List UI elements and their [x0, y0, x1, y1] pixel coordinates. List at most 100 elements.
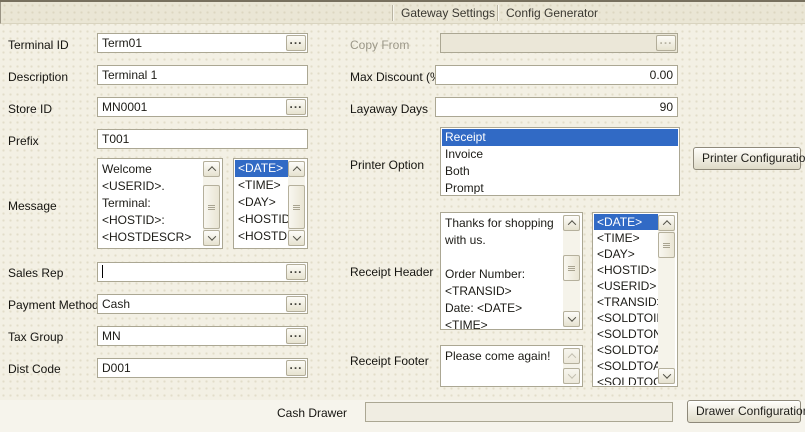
printer-option-listbox[interactable]: Receipt Invoice Both Prompt: [440, 127, 680, 196]
scroll-thumb[interactable]: [203, 185, 220, 229]
dist-code-browse-button[interactable]: ...: [286, 360, 306, 376]
scroll-down-button[interactable]: [563, 311, 580, 327]
scroll-down-button: [563, 368, 580, 384]
drawer-configuration-button[interactable]: Drawer Configuration: [687, 400, 801, 423]
tax-group-field[interactable]: MN ...: [97, 326, 308, 346]
payment-method-field[interactable]: Cash ...: [97, 294, 308, 314]
list-item[interactable]: <USERID>: [594, 278, 658, 294]
list-item[interactable]: <TIME>: [594, 230, 658, 246]
dist-code-label: Dist Code: [8, 362, 61, 376]
prefix-field[interactable]: T001: [97, 129, 308, 149]
store-id-label: Store ID: [8, 102, 52, 116]
list-item[interactable]: <DAY>: [235, 194, 288, 211]
list-item[interactable]: Invoice: [442, 146, 678, 163]
list-item[interactable]: <HOSTID>: [594, 262, 658, 278]
copy-from-browse-button: ...: [656, 35, 676, 51]
list-item[interactable]: <HOSTID>: [235, 211, 288, 228]
store-id-browse-button[interactable]: ...: [286, 99, 306, 115]
description-label: Description: [8, 70, 68, 84]
list-item[interactable]: <HOSTDESCR>: [235, 228, 288, 245]
max-discount-field[interactable]: 0.00: [435, 65, 678, 85]
max-discount-label: Max Discount (%): [350, 70, 445, 84]
scroll-up-button[interactable]: [563, 215, 580, 231]
dist-code-field[interactable]: D001 ...: [97, 358, 308, 378]
toolbar-separator: [497, 5, 498, 21]
scroll-down-button[interactable]: [288, 230, 305, 246]
layaway-days-field[interactable]: 90: [435, 97, 678, 117]
list-item[interactable]: <TIME>: [235, 177, 288, 194]
store-id-field[interactable]: MN0001 ...: [97, 97, 308, 117]
scroll-down-button[interactable]: [203, 230, 220, 246]
message-token-listbox[interactable]: <DATE> <TIME> <DAY> <HOSTID> <HOSTDESCR>…: [233, 158, 308, 249]
description-value: Terminal 1: [102, 68, 157, 82]
payment-method-label: Payment Method: [8, 298, 99, 312]
sales-rep-label: Sales Rep: [8, 266, 63, 280]
sales-rep-browse-button[interactable]: ...: [286, 264, 306, 280]
scroll-up-button: [563, 348, 580, 364]
terminal-id-value: Term01: [102, 36, 142, 50]
list-item[interactable]: <SOLDTOCITY>: [594, 374, 658, 385]
message-token-scrollbar[interactable]: [288, 161, 305, 246]
scroll-thumb[interactable]: [288, 185, 305, 229]
list-item[interactable]: Receipt: [442, 129, 678, 146]
payment-method-value: Cash: [102, 297, 130, 311]
receipt-footer-label: Receipt Footer: [350, 354, 429, 368]
receipt-header-token-listbox[interactable]: <DATE> <TIME> <DAY> <HOSTID> <USERID> <T…: [592, 212, 678, 387]
payment-method-browse-button[interactable]: ...: [286, 296, 306, 312]
receipt-footer-text: Please come again!: [445, 348, 561, 365]
copy-from-label: Copy From: [350, 38, 409, 52]
receipt-header-textarea[interactable]: Thanks for shopping with us. Order Numbe…: [440, 212, 583, 330]
prefix-label: Prefix: [8, 134, 39, 148]
list-item[interactable]: <DAY>: [594, 246, 658, 262]
receipt-header-text: Thanks for shopping with us. Order Numbe…: [445, 215, 561, 330]
list-item[interactable]: <SOLDTOID>: [594, 310, 658, 326]
printer-option-label: Printer Option: [350, 158, 424, 172]
terminal-id-label: Terminal ID: [8, 38, 69, 52]
receipt-footer-scrollbar: [563, 348, 580, 384]
layaway-days-value: 90: [660, 100, 673, 114]
copy-from-field: ...: [440, 33, 678, 53]
store-id-value: MN0001: [102, 100, 147, 114]
receipt-footer-textarea[interactable]: Please come again!: [440, 345, 583, 387]
receipt-header-label: Receipt Header: [350, 265, 433, 279]
list-item[interactable]: Prompt: [442, 180, 678, 194]
message-scrollbar[interactable]: [203, 161, 220, 246]
list-item[interactable]: <SOLDTONAME>: [594, 326, 658, 342]
tab-config-generator[interactable]: Config Generator: [502, 6, 602, 22]
scroll-thumb[interactable]: [563, 255, 580, 281]
scroll-up-button[interactable]: [203, 161, 220, 177]
toolbar-separator: [392, 5, 393, 21]
description-field[interactable]: Terminal 1: [97, 65, 308, 85]
message-textarea[interactable]: Welcome <USERID>. Terminal: <HOSTID>: <H…: [97, 158, 223, 249]
terminal-settings-form: { "toolbar": { "tabs": [ { "label": "Gat…: [0, 0, 805, 432]
scroll-down-button[interactable]: [658, 368, 675, 384]
max-discount-value: 0.00: [650, 68, 673, 82]
scroll-up-button[interactable]: [658, 215, 675, 231]
terminal-id-browse-button[interactable]: ...: [286, 35, 306, 51]
text-caret: [102, 265, 103, 278]
receipt-header-scrollbar[interactable]: [563, 215, 580, 327]
prefix-value: T001: [102, 132, 129, 146]
cash-drawer-label: Cash Drawer: [277, 406, 347, 420]
terminal-id-field[interactable]: Term01 ...: [97, 33, 308, 53]
list-item[interactable]: <TRANSID>: [594, 294, 658, 310]
tax-group-value: MN: [102, 329, 121, 343]
sales-rep-field[interactable]: ...: [97, 262, 308, 282]
list-item[interactable]: <DATE>: [235, 160, 288, 177]
list-item[interactable]: <DATE>: [594, 214, 658, 230]
list-item[interactable]: Both: [442, 163, 678, 180]
tab-gateway-settings[interactable]: Gateway Settings: [397, 6, 499, 22]
message-text: Welcome <USERID>. Terminal: <HOSTID>: <H…: [102, 161, 201, 246]
scroll-thumb[interactable]: [658, 232, 675, 258]
scroll-up-button[interactable]: [288, 161, 305, 177]
dist-code-value: D001: [102, 361, 131, 375]
printer-configuration-button[interactable]: Printer Configuration: [693, 147, 801, 170]
message-label: Message: [8, 199, 57, 213]
tax-group-browse-button[interactable]: ...: [286, 328, 306, 344]
tax-group-label: Tax Group: [8, 330, 63, 344]
list-item[interactable]: <SOLDTOADDR1>: [594, 342, 658, 358]
list-item[interactable]: <SOLDTOADDR2>: [594, 358, 658, 374]
cash-drawer-field[interactable]: [365, 402, 673, 422]
receipt-header-token-scrollbar[interactable]: [658, 215, 675, 384]
list-item[interactable]: <USERID>: [235, 245, 288, 247]
